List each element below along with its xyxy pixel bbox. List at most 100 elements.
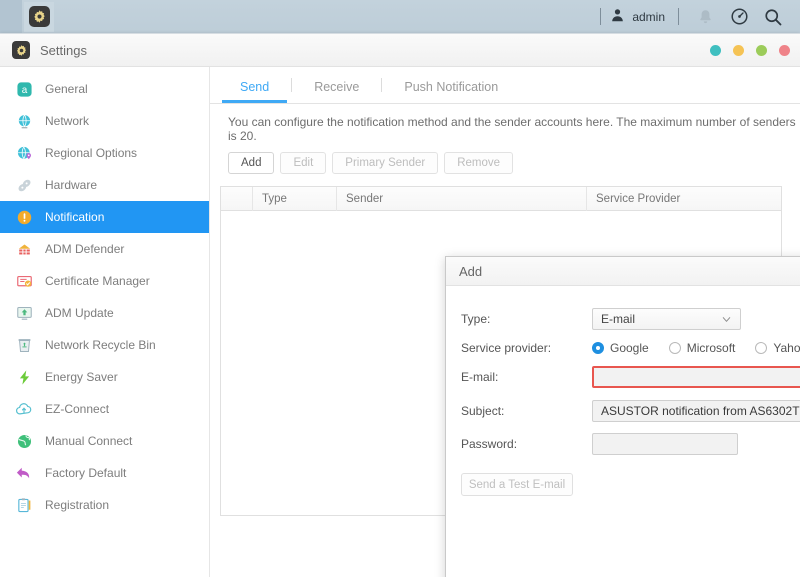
dialog-titlebar[interactable]: Add [446,257,800,286]
sidebar-item-regional-options[interactable]: Regional Options [0,137,209,169]
notification-icon [14,207,34,227]
dialog-form: Type: E-mail Service provider: Google Mi… [446,286,800,496]
sidebar-item-ez-connect[interactable]: EZ-Connect [0,393,209,425]
tab-push-notification[interactable]: Push Notification [382,80,520,103]
chevron-down-icon [721,314,732,328]
dialog-title: Add [459,263,483,279]
field-row-email: E-mail: ! [446,366,800,388]
sidebar-item-label: Certificate Manager [45,274,150,288]
sidebar-item-label: Energy Saver [45,370,118,384]
radio-dot [755,342,768,354]
energy-saver-icon [14,367,34,387]
sidebar-item-general[interactable]: a General [0,73,209,105]
sidebar-item-label: EZ-Connect [45,402,110,416]
adm-update-icon [14,303,34,323]
user-name-label: admin [632,9,665,24]
bell-icon[interactable] [688,0,722,33]
dashboard-icon[interactable] [722,0,756,33]
radio-label: Google [610,341,649,355]
tab-send[interactable]: Send [218,80,291,103]
sidebar-item-label: Manual Connect [45,434,133,448]
minimize-dot[interactable] [733,44,744,56]
edit-button[interactable]: Edit [280,152,327,174]
radio-microsoft[interactable]: Microsoft [668,341,735,355]
table-header-type[interactable]: Type [253,186,337,211]
table-header-sender[interactable]: Sender [337,186,587,211]
minimize-to-tray-dot[interactable] [710,44,721,56]
search-icon[interactable] [756,0,790,33]
sidebar-item-label: Hardware [45,178,98,192]
subject-input[interactable]: ASUSTOR notification from AS6302T [592,400,800,422]
field-row-type: Type: E-mail [446,308,800,330]
gear-icon [12,41,30,59]
manual-connect-icon [14,431,34,451]
app-launcher-button[interactable] [24,1,54,32]
field-row-service-provider: Service provider: Google Microsoft Yaho [446,341,800,355]
svg-text:a: a [21,85,27,96]
sidebar-item-notification[interactable]: Notification [0,201,209,233]
content-panel: Send Receive Push Notification You can c… [210,67,800,577]
remove-button[interactable]: Remove [444,152,514,174]
sidebar-item-manual-connect[interactable]: Manual Connect [0,425,209,457]
settings-window: Settings a General Network Regional Opti… [0,33,800,577]
ez-connect-icon [14,399,34,419]
sidebar-item-energy-saver[interactable]: Energy Saver [0,361,209,393]
send-test-email-button[interactable]: Send a Test E-mail [461,473,573,496]
sidebar-item-network-recycle-bin[interactable]: Network Recycle Bin [0,329,209,361]
field-row-subject: Subject: ASUSTOR notification from AS630… [446,400,800,422]
type-select-value: E-mail [601,312,636,326]
sidebar-item-factory-default[interactable]: Factory Default [0,457,209,489]
password-label: Password: [461,437,518,451]
radio-yahoo[interactable]: Yahoo [755,341,800,355]
service-provider-label: Service provider: [461,341,552,355]
table-header-row: Type Sender Service Provider [221,186,781,211]
general-icon: a [14,79,34,99]
tab-receive[interactable]: Receive [292,80,381,103]
gear-icon [28,6,50,27]
type-select[interactable]: E-mail [592,308,741,330]
email-label: E-mail: [461,370,499,384]
sidebar-item-label: Factory Default [45,466,127,480]
table-header-select [221,186,253,211]
email-input[interactable] [592,366,800,388]
sidebar-item-adm-update[interactable]: ADM Update [0,297,209,329]
sender-toolbar: Add Edit Primary Sender Remove [210,143,800,174]
radio-label: Yahoo [773,341,800,355]
table-header-service-provider[interactable]: Service Provider [587,187,781,211]
sidebar-item-adm-defender[interactable]: ADM Defender [0,233,209,265]
radio-google[interactable]: Google [592,341,649,355]
hardware-icon [14,175,34,195]
add-button[interactable]: Add [228,152,275,174]
service-provider-radio-group: Google Microsoft Yahoo [592,341,800,355]
type-label: Type: [461,312,491,326]
radio-dot [592,342,604,354]
topbar-right-group: admin [591,0,800,33]
close-dot[interactable] [779,44,790,56]
field-row-password: Password: [446,433,800,455]
factory-default-icon [14,463,34,483]
sidebar-item-network[interactable]: Network [0,105,209,137]
sidebar-item-hardware[interactable]: Hardware [0,169,209,201]
registration-icon [14,495,34,515]
sidebar-item-certificate-manager[interactable]: Certificate Manager [0,265,209,297]
add-sender-dialog: Add Type: E-mail Service provider: Googl… [445,256,800,577]
subject-label: Subject: [461,404,505,418]
sidebar-item-label: ADM Defender [45,242,125,256]
primary-sender-button[interactable]: Primary Sender [332,152,439,174]
settings-sidebar: a General Network Regional Options Hardw… [0,67,210,577]
sidebar-item-label: ADM Update [45,306,114,320]
window-controls [710,44,790,56]
desktop-topbar: admin [0,0,800,33]
certificate-icon [14,271,34,291]
password-input[interactable] [592,433,738,455]
sidebar-item-label: Notification [45,210,105,224]
window-body: a General Network Regional Options Hardw… [0,67,800,577]
tab-bar: Send Receive Push Notification [210,67,800,103]
maximize-dot[interactable] [756,44,767,56]
regional-options-icon [14,143,34,163]
sidebar-item-registration[interactable]: Registration [0,489,209,521]
window-titlebar[interactable]: Settings [0,34,800,67]
adm-defender-icon [14,239,34,259]
sidebar-item-label: Network Recycle Bin [45,338,156,352]
radio-dot [668,342,681,354]
